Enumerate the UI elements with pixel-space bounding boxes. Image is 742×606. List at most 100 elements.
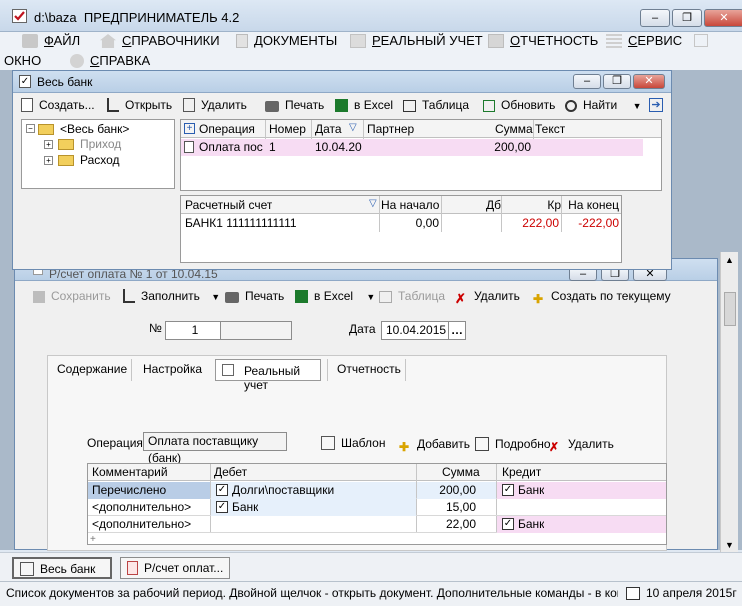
bank-print-button[interactable]: Печать — [265, 96, 324, 114]
menu-file[interactable]: ФАЙЛ — [22, 32, 80, 50]
date-picker-button[interactable]: … — [448, 321, 466, 340]
number-field[interactable]: 1 — [165, 321, 221, 340]
invoice-print-button[interactable]: Печать — [225, 287, 284, 305]
status-bar: Список документов за рабочий период. Дво… — [0, 581, 742, 606]
col-partner[interactable]: Партнер — [367, 121, 414, 137]
col-debit-sum[interactable]: Дб — [443, 197, 501, 213]
bank-close-button[interactable]: ✕ — [633, 74, 665, 89]
ledger-icon — [222, 364, 234, 376]
menu-window[interactable]: ОКНО — [4, 52, 41, 70]
col-credit-sum[interactable]: Кр — [503, 197, 561, 213]
help-icon — [70, 54, 84, 68]
sort-desc-icon[interactable]: ▽ — [349, 122, 357, 133]
bank-minimize-button[interactable]: – — [573, 74, 601, 89]
col-date[interactable]: Дата — [315, 121, 342, 137]
tree-toggle-icon[interactable]: − — [26, 124, 35, 133]
bank-restore-button[interactable]: ❐ — [603, 74, 631, 89]
col-comment[interactable]: Комментарий — [92, 464, 168, 480]
bank-excel-button[interactable]: в Excel — [335, 96, 393, 114]
menu-reports[interactable]: ОТЧЕТНОСТЬ — [488, 32, 598, 50]
checkbox-icon[interactable]: ✓ — [502, 518, 514, 530]
plus-icon: ✚ — [533, 292, 544, 306]
add-button[interactable]: ✚ Добавить — [399, 435, 470, 454]
col-end[interactable]: На конец — [563, 197, 619, 213]
excel-dropdown-arrow[interactable]: ▼ — [366, 292, 375, 302]
delete-x-icon: ✗ — [549, 440, 560, 454]
col-text[interactable]: Текст — [535, 121, 565, 137]
status-date: 10 апреля 2015г — [646, 586, 737, 600]
create-button[interactable]: Создать... — [21, 96, 95, 114]
tab-reports[interactable]: Отчетность — [337, 362, 401, 376]
menu-real-accounting[interactable]: РЕАЛЬНЫЙ УЧЕТ — [350, 32, 483, 50]
grid-add-row-icon[interactable]: + — [90, 534, 96, 545]
table-row[interactable]: Оплата пос 1 10.04.20 200,00 — [181, 139, 643, 156]
menu-service[interactable]: СЕРВИС — [606, 32, 682, 50]
checkbox-icon[interactable]: ✓ — [502, 484, 514, 496]
col-debit[interactable]: Дебет — [214, 464, 247, 480]
table-row[interactable]: БАНК1 111111111111 0,00 222,00 -222,00 — [181, 215, 621, 232]
task-invoice-button[interactable]: Р/счет оплат... — [120, 557, 230, 579]
menu-help[interactable]: СПРАВКА — [70, 52, 150, 70]
tab-settings[interactable]: Настройка — [143, 362, 202, 376]
table-row[interactable]: <дополнительно> ✓ Банк 15,00 — [88, 499, 666, 516]
fill-dropdown-arrow[interactable]: ▼ — [211, 292, 220, 302]
table-row[interactable]: <дополнительно> 22,00 ✓ Банк — [88, 516, 666, 533]
create-by-current-button[interactable]: ✚ Создать по текущему — [533, 287, 671, 306]
details-button[interactable]: Подробно — [475, 435, 551, 453]
printer-icon — [225, 292, 239, 303]
tree-root[interactable]: <Весь банк> — [60, 122, 129, 136]
folder-icon — [58, 155, 74, 166]
scroll-up-arrow[interactable]: ▲ — [725, 255, 734, 265]
tree-toggle-icon[interactable]: + — [44, 140, 53, 149]
scroll-down-arrow[interactable]: ▼ — [725, 540, 734, 550]
invoice-delete-button[interactable]: ✗ Удалить — [455, 287, 520, 306]
invoice-excel-button[interactable]: в Excel ▼ — [295, 287, 375, 305]
number-label: № — [149, 321, 162, 335]
scroll-thumb[interactable] — [724, 292, 736, 326]
bank-delete-button[interactable]: Удалить — [183, 96, 247, 114]
number-suffix-field[interactable] — [220, 321, 292, 340]
refresh-button[interactable]: Обновить — [483, 96, 555, 114]
invoice-table-button[interactable]: Таблица — [379, 287, 445, 305]
tree-toggle-icon[interactable]: + — [44, 156, 53, 165]
sort-desc-icon[interactable]: ▽ — [369, 198, 377, 209]
floppy-icon — [33, 291, 45, 303]
task-bank-button[interactable]: Весь банк — [12, 557, 112, 579]
col-credit[interactable]: Кредит — [502, 464, 541, 480]
find-dropdown-arrow[interactable]: ▼ — [633, 101, 642, 111]
tree-item-income[interactable]: Приход — [80, 137, 121, 151]
exit-arrow-icon[interactable]: ➔ — [649, 98, 663, 112]
add-column-icon[interactable]: + — [184, 123, 195, 134]
col-sum[interactable]: Сумма — [495, 121, 533, 137]
tab-content[interactable]: Содержание — [57, 362, 127, 376]
main-restore-button[interactable]: ❐ — [672, 9, 702, 27]
fill-button[interactable]: Заполнить ▼ — [123, 287, 220, 305]
date-field[interactable]: 10.04.2015 — [381, 321, 449, 340]
find-button[interactable]: Найти ▼ — [565, 96, 642, 114]
entry-delete-button[interactable]: ✗ Удалить — [549, 435, 614, 454]
col-account[interactable]: Расчетный счет — [185, 197, 272, 213]
checkbox-icon[interactable]: ✓ — [216, 484, 228, 496]
col-start[interactable]: На начало — [381, 197, 439, 213]
tab-real-accounting[interactable]: Реальный учет — [215, 359, 321, 392]
template-button[interactable]: Шаблон — [321, 434, 385, 452]
bank-table-button[interactable]: Таблица — [403, 96, 469, 114]
menu-documents[interactable]: ДОКУМЕНТЫ — [236, 32, 337, 50]
mdi-scrollbar[interactable]: ▲ ▼ — [720, 252, 738, 552]
main-minimize-button[interactable]: – — [640, 9, 670, 27]
template-icon — [321, 436, 335, 450]
col-operation[interactable]: Операция — [199, 121, 255, 137]
save-button[interactable]: Сохранить — [33, 287, 111, 305]
main-close-button[interactable]: ✕ — [704, 9, 742, 27]
tree-item-expense[interactable]: Расход — [80, 153, 120, 167]
col-number[interactable]: Номер — [269, 121, 306, 137]
open-button[interactable]: Открыть — [107, 96, 172, 114]
menu-references[interactable]: СПРАВОЧНИКИ — [100, 32, 220, 50]
documents-grid: + Операция Номер Дата ▽ Партнер Сумма Те… — [180, 119, 662, 191]
col-sum[interactable]: Сумма — [442, 464, 480, 480]
pencil-icon — [107, 98, 119, 112]
checkbox-icon[interactable]: ✓ — [216, 501, 228, 513]
bank-window-icon: ✓ — [19, 75, 31, 88]
table-row[interactable]: Перечислено ✓ Долги\поставщики 200,00 ✓ … — [88, 482, 666, 499]
operation-field[interactable]: Оплата поставщику (банк) — [143, 432, 287, 465]
